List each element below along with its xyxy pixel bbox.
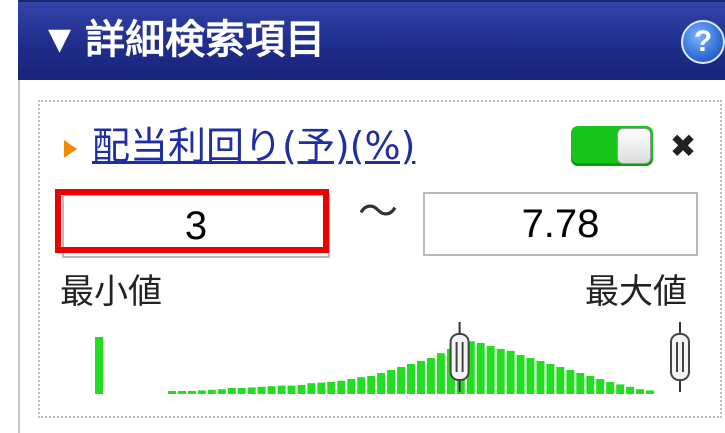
- collapse-triangle-icon[interactable]: ▼: [48, 22, 71, 57]
- toggle-knob: [617, 128, 651, 164]
- close-icon[interactable]: ✖: [665, 124, 701, 168]
- header-title[interactable]: ▼ 詳細検索項目: [48, 16, 325, 68]
- max-label: 最大値: [585, 272, 687, 312]
- min-label: 最小値: [60, 272, 162, 312]
- range-separator: ～: [358, 189, 398, 235]
- enable-toggle[interactable]: [571, 126, 653, 166]
- orange-arrow-icon: [64, 140, 77, 158]
- min-value-input[interactable]: 3: [62, 194, 330, 258]
- help-icon[interactable]: ?: [681, 20, 725, 64]
- panel-header[interactable]: ▼ 詳細検索項目 ?: [18, 0, 725, 80]
- max-value-input[interactable]: 7.78: [423, 192, 698, 256]
- field-name-link[interactable]: 配当利回り(予)(%): [92, 122, 415, 170]
- header-title-text: 詳細検索項目: [85, 17, 326, 63]
